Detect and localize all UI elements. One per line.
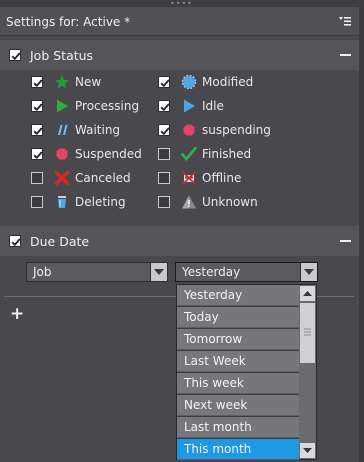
add-filter-button[interactable]: +: [10, 304, 24, 324]
dropdown-option-this-month[interactable]: This month: [177, 439, 299, 460]
status-checkbox-modified[interactable]: [158, 76, 170, 88]
due-date-label: Due Date: [30, 234, 90, 249]
status-checkbox-offline[interactable]: [158, 172, 170, 184]
dropdown-option-label: This week: [184, 376, 244, 390]
panel-title: Settings for: Active *: [6, 15, 131, 29]
dropdown-scrollbar[interactable]: [299, 285, 316, 459]
status-label: Canceled: [75, 171, 131, 185]
status-checkbox-idle[interactable]: [158, 100, 170, 112]
chevron-down-icon[interactable]: [150, 263, 167, 281]
circle-dashed-icon: [181, 74, 197, 90]
checkmark-icon: [181, 146, 197, 162]
status-label: Finished: [202, 147, 252, 161]
dropdown-option-label: Next week: [184, 398, 248, 412]
status-checkbox-suspended[interactable]: [31, 148, 43, 160]
status-checkbox-unknown[interactable]: [158, 196, 170, 208]
x-icon: [54, 170, 70, 186]
status-label: Deleting: [75, 195, 126, 209]
trash-icon: [54, 194, 70, 210]
status-checkbox-suspending[interactable]: [158, 124, 170, 136]
status-label: Processing: [75, 99, 140, 113]
dropdown-option-label: Yesterday: [184, 288, 243, 302]
status-checkbox-processing[interactable]: [31, 100, 43, 112]
star-icon: [54, 74, 70, 90]
status-label: Modified: [202, 75, 254, 89]
pause-icon: [54, 122, 70, 138]
status-label: Offline: [202, 171, 242, 185]
status-item-deleting[interactable]: Deleting: [31, 193, 151, 211]
dropdown-option-last-month[interactable]: Last month: [177, 417, 299, 438]
status-item-unknown[interactable]: Unknown: [158, 193, 278, 211]
status-item-suspended[interactable]: Suspended: [31, 145, 151, 163]
status-label: Suspended: [75, 147, 142, 161]
status-label: suspending: [202, 123, 271, 137]
status-label: New: [75, 75, 102, 89]
dropdown-option-last-week[interactable]: Last Week: [177, 351, 299, 372]
panel-titlebar: Settings for: Active *: [0, 7, 359, 36]
dropdown-option-label: Today: [184, 310, 219, 324]
due-date-collapse-icon[interactable]: [340, 240, 351, 242]
status-item-waiting[interactable]: Waiting: [31, 121, 151, 139]
due-date-checkbox[interactable]: [9, 235, 21, 247]
status-checkbox-waiting[interactable]: [31, 124, 43, 136]
status-item-finished[interactable]: Finished: [158, 145, 278, 163]
scroll-down-button[interactable]: [300, 443, 315, 458]
status-item-suspending[interactable]: suspending: [158, 121, 278, 139]
octagon-icon: [54, 146, 70, 162]
status-checkbox-canceled[interactable]: [31, 172, 43, 184]
status-checkbox-finished[interactable]: [158, 148, 170, 160]
due-date-header[interactable]: Due Date: [0, 226, 359, 256]
dropdown-option-label: This month: [184, 442, 252, 456]
panel-menu-icon[interactable]: [339, 16, 351, 26]
play-icon: [54, 98, 70, 114]
dropdown-option-label: Last month: [184, 420, 252, 434]
dropdown-option-tomorrow[interactable]: Tomorrow: [177, 329, 299, 350]
status-item-idle[interactable]: Idle: [158, 97, 278, 115]
status-item-processing[interactable]: Processing: [31, 97, 151, 115]
resize-grip[interactable]: ••••: [0, 0, 364, 8]
dropdown-option-label: Tomorrow: [184, 332, 243, 346]
date-range-value: Yesterday: [182, 265, 241, 279]
dropdown-option-yesterday[interactable]: Yesterday: [177, 285, 299, 306]
job-status-checkbox[interactable]: [9, 49, 21, 61]
status-checkbox-deleting[interactable]: [31, 196, 43, 208]
status-item-new[interactable]: New: [31, 73, 151, 91]
date-range-dropdown[interactable]: Yesterday Today Tomorrow Last Week This week…: [176, 284, 317, 460]
dropdown-option-next-week[interactable]: Next week: [177, 395, 299, 416]
chevron-down-icon[interactable]: [300, 263, 317, 281]
octagon-icon: [181, 122, 197, 138]
date-range-select[interactable]: Yesterday: [175, 262, 318, 282]
panel-edge: [359, 7, 364, 462]
status-label: Waiting: [75, 123, 121, 137]
job-status-header[interactable]: Job Status: [0, 40, 359, 70]
dropdown-option-this-week[interactable]: This week: [177, 373, 299, 394]
scroll-up-button[interactable]: [300, 286, 315, 301]
status-checkbox-new[interactable]: [31, 76, 43, 88]
dropdown-option-label: Last Week: [184, 354, 246, 368]
offline-icon: [181, 170, 197, 186]
dropdown-option-today[interactable]: Today: [177, 307, 299, 328]
date-field-select[interactable]: Job: [26, 262, 168, 282]
status-item-offline[interactable]: Offline: [158, 169, 278, 187]
status-label: Idle: [202, 99, 224, 113]
date-field-value: Job: [33, 265, 52, 279]
status-item-canceled[interactable]: Canceled: [31, 169, 151, 187]
job-status-collapse-icon[interactable]: [340, 54, 351, 56]
job-status-label: Job Status: [30, 48, 94, 63]
scroll-thumb[interactable]: [300, 303, 315, 363]
play-icon: [181, 98, 197, 114]
status-item-modified[interactable]: Modified: [158, 73, 278, 91]
warning-icon: [181, 194, 197, 210]
status-label: Unknown: [202, 195, 258, 209]
